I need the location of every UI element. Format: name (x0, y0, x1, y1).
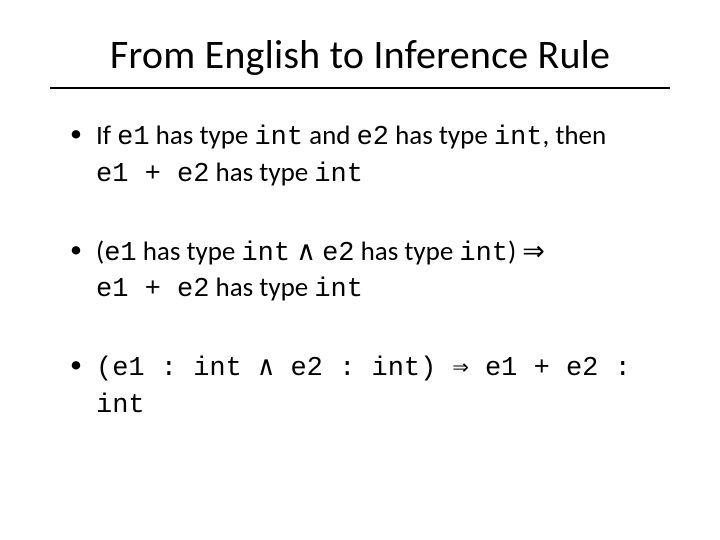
bullet-3: (e1 : int ∧ e2 : int) ⇒ e1 + e2 : int (70, 350, 670, 424)
text: If (96, 119, 117, 152)
and-op: ∧ (290, 235, 322, 268)
text: has type (209, 156, 314, 189)
code-e1: e1 (117, 123, 149, 153)
code-int: int (494, 123, 543, 153)
text: has type (389, 119, 494, 152)
text: , then (542, 119, 606, 152)
title-divider (50, 87, 670, 89)
code-e2: e2 (357, 123, 389, 153)
code-int: int (241, 239, 290, 269)
bullet-list: If e1 has type int and e2 has type int, … (40, 119, 680, 424)
code-int: int (314, 160, 363, 190)
code-e1: e1 (104, 239, 136, 269)
code-expr: e1 + e2 (96, 275, 209, 305)
code-e2: e2 (322, 239, 354, 269)
bullet-1: If e1 has type int and e2 has type int, … (70, 119, 670, 193)
slide-title: From English to Inference Rule (40, 30, 680, 79)
bullet-2: (e1 has type int ∧ e2 has type int) ⇒ e1… (70, 235, 670, 309)
text: has type (137, 235, 242, 268)
text: and (303, 119, 357, 152)
text: has type (209, 271, 314, 304)
code-expr: e1 + e2 (96, 160, 209, 190)
lparen: ( (96, 235, 104, 268)
code-int: int (314, 275, 363, 305)
slide: From English to Inference Rule If e1 has… (0, 0, 720, 540)
code-int: int (254, 123, 303, 153)
rparen: ) (508, 235, 516, 268)
text: has type (354, 235, 459, 268)
implies-op: ⇒ (516, 235, 545, 268)
code-int: int (459, 239, 508, 269)
text: has type (150, 119, 255, 152)
code-full: (e1 : int ∧ e2 : int) ⇒ e1 + e2 : int (96, 354, 631, 421)
